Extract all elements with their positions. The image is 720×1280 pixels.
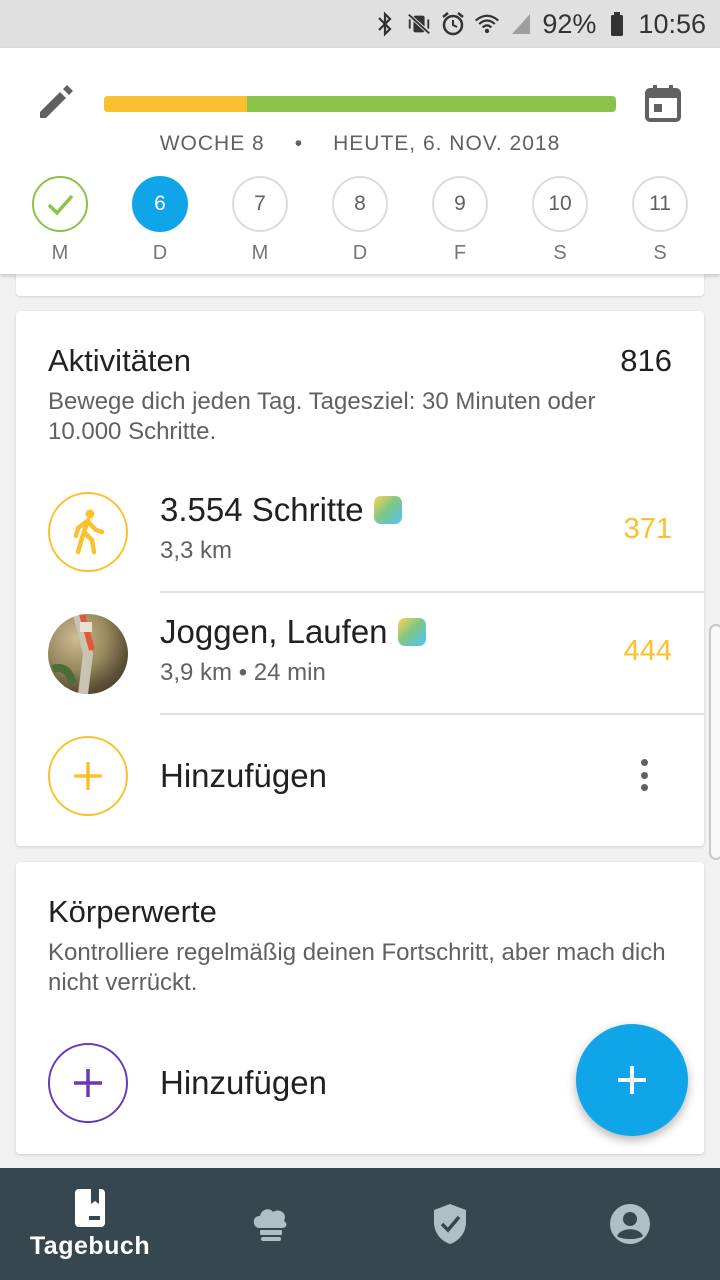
day-item[interactable]: 9 F [410, 176, 510, 265]
battery-percent: 92% [542, 8, 597, 39]
edit-button[interactable] [36, 82, 76, 122]
today-label: HEUTE, 6. NOV. 2018 [333, 132, 561, 155]
day-item[interactable]: 11 S [610, 176, 710, 265]
nav-recipes[interactable] [180, 1168, 360, 1280]
plus-icon [618, 1066, 646, 1094]
day-circle[interactable]: 9 [432, 176, 488, 232]
day-progress-bar [104, 96, 616, 112]
profile-icon [610, 1204, 650, 1244]
nav-profile[interactable] [540, 1168, 720, 1280]
separator-dot: • [294, 132, 304, 155]
activities-card: Aktivitäten 816 Bewege dich jeden Tag. T… [16, 311, 704, 846]
day-letter: M [251, 242, 269, 264]
activity-points: 371 [623, 513, 672, 545]
status-bar: 92% 10:56 [0, 0, 720, 48]
health-app-icon [373, 496, 402, 524]
scroll-handle[interactable] [709, 624, 720, 860]
diary-icon [75, 1188, 105, 1227]
plus-icon [74, 1069, 102, 1097]
plus-icon [74, 762, 102, 790]
clock: 10:56 [638, 8, 706, 39]
pencil-icon [40, 85, 73, 118]
jogging-photo-avatar [48, 614, 128, 694]
day-circle[interactable]: 7 [232, 176, 288, 232]
week-date-line: WOCHE 8 • HEUTE, 6. NOV. 2018 [0, 132, 720, 156]
week-label: WOCHE 8 [159, 132, 265, 155]
progress-fill-yellow [104, 96, 248, 112]
activity-subtitle: 3,9 km • 24 min [160, 659, 326, 686]
more-vert-icon-dot [640, 784, 648, 791]
activity-title: 3.554 Schritte [160, 491, 402, 529]
add-activity-row[interactable]: Hinzufügen [16, 715, 704, 837]
day-item[interactable]: 7 M [210, 176, 310, 265]
add-body-value-label[interactable]: Hinzufügen [160, 1064, 327, 1102]
walking-icon [48, 492, 128, 572]
activity-points: 444 [623, 635, 672, 667]
activity-row-steps[interactable]: 3.554 Schritte 3,3 km 371 [16, 471, 704, 593]
card-description: Bewege dich jeden Tag. Tagesziel: 30 Min… [48, 388, 596, 445]
day-letter: M [51, 242, 69, 264]
nav-label: Tagebuch [29, 1231, 151, 1260]
day-letter: D [152, 242, 168, 264]
day-circle[interactable]: 11 [632, 176, 688, 232]
more-vert-icon [640, 759, 648, 766]
nav-diary[interactable]: Tagebuch [0, 1168, 180, 1280]
check-icon [47, 194, 74, 216]
more-vert-icon-dot [640, 771, 648, 779]
card-description: Kontrolliere regelmäßig deinen Fortschri… [48, 939, 666, 996]
activity-title-text: 3.554 Schritte [160, 491, 364, 528]
day-circle-active[interactable]: 6 [132, 176, 188, 232]
status-icons: 92% 10:56 [372, 0, 706, 48]
nav-goals[interactable] [360, 1168, 540, 1280]
bluetooth-icon [372, 11, 398, 37]
day-circle[interactable]: 8 [332, 176, 388, 232]
battery-icon [604, 11, 630, 37]
calendar-button[interactable] [642, 82, 684, 124]
day-item[interactable]: 10 S [510, 176, 610, 265]
day-circle[interactable]: 10 [532, 176, 588, 232]
card-title: Körperwerte [48, 894, 217, 929]
day-letter: D [352, 242, 368, 264]
week-header: WOCHE 8 • HEUTE, 6. NOV. 2018 M 6 D 7 M 8 … [0, 48, 720, 274]
day-letter: S [553, 242, 567, 264]
card-title: Aktivitäten [48, 343, 192, 378]
bottom-navigation: Tagebuch [0, 1168, 720, 1280]
shield-check-icon [434, 1204, 466, 1244]
day-item[interactable]: M [10, 176, 110, 265]
alarm-icon [440, 11, 466, 37]
signal-icon [508, 11, 534, 37]
activity-title-text: Joggen, Laufen [160, 613, 388, 650]
activity-title: Joggen, Laufen [160, 613, 426, 651]
more-options-button[interactable] [632, 755, 656, 795]
day-letter: S [653, 242, 667, 264]
day-letter: F [453, 242, 467, 264]
add-activity-button[interactable] [48, 736, 128, 816]
chef-hat-icon [253, 1209, 287, 1241]
day-item[interactable]: 8 D [310, 176, 410, 265]
day-circle[interactable] [32, 176, 88, 232]
calendar-icon [645, 85, 681, 122]
day-item[interactable]: 6 D [110, 176, 210, 265]
add-body-value-button[interactable] [48, 1043, 128, 1123]
floating-add-button[interactable] [576, 1024, 688, 1136]
activity-row-jogging[interactable]: Joggen, Laufen 3,9 km • 24 min 444 [16, 593, 704, 715]
day-selector: M 6 D 7 M 8 D 9 F 10 S 11 S [10, 176, 710, 265]
activities-total: 816 [620, 343, 672, 378]
wifi-icon [474, 11, 500, 37]
activity-subtitle: 3,3 km [160, 537, 233, 564]
vibrate-mute-icon [406, 11, 432, 37]
add-activity-label[interactable]: Hinzufügen [160, 757, 327, 795]
health-app-icon [397, 618, 426, 646]
